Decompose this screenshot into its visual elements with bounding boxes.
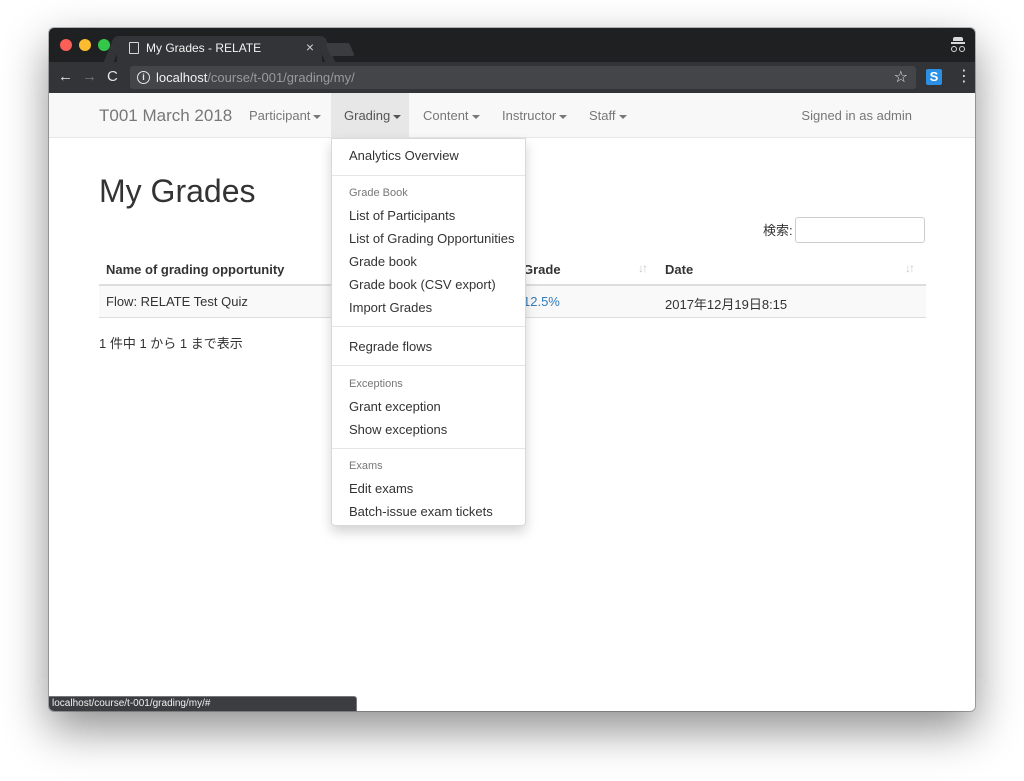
menu-item-grade-book[interactable]: Grade book xyxy=(349,254,417,269)
nav-instructor[interactable]: Instructor xyxy=(492,93,577,138)
extension-icon[interactable]: S xyxy=(926,69,942,85)
course-brand-link[interactable]: T001 March 2018 xyxy=(99,106,232,126)
menu-divider xyxy=(332,365,525,366)
nav-content[interactable]: Content xyxy=(413,93,490,138)
menu-item-grade-book-csv[interactable]: Grade book (CSV export) xyxy=(349,277,496,292)
sort-icon[interactable]: ↓↑ xyxy=(638,261,648,275)
address-bar[interactable]: i localhost/course/t-001/grading/my/ ☆ xyxy=(130,66,916,89)
column-header-date[interactable]: Date xyxy=(665,262,693,277)
tab-strip: My Grades - RELATE × xyxy=(49,28,975,62)
nav-grading-label: Grading xyxy=(344,108,391,123)
site-info-icon[interactable]: i xyxy=(137,71,150,84)
signed-in-link[interactable]: Signed in as admin xyxy=(801,108,912,123)
menu-item-regrade-flows[interactable]: Regrade flows xyxy=(349,339,432,354)
nav-instructor-label: Instructor xyxy=(502,108,557,123)
caret-down-icon xyxy=(559,114,568,119)
menu-item-edit-exams[interactable]: Edit exams xyxy=(349,481,413,496)
nav-grading[interactable]: Grading xyxy=(331,93,409,138)
caret-down-icon xyxy=(393,114,402,119)
column-header-name[interactable]: Name of grading opportunity xyxy=(106,262,284,277)
tab-close-icon[interactable]: × xyxy=(306,39,314,55)
nav-participant-label: Participant xyxy=(249,108,311,123)
url-path: /course/t-001/grading/my/ xyxy=(207,70,355,85)
search-input[interactable] xyxy=(795,217,925,243)
nav-staff-label: Staff xyxy=(589,108,616,123)
menu-item-import-grades[interactable]: Import Grades xyxy=(349,300,432,315)
page-title: My Grades xyxy=(99,173,256,209)
browser-toolbar: ← → C i localhost/course/t-001/grading/m… xyxy=(49,62,975,93)
caret-down-icon xyxy=(618,114,627,119)
browser-menu-icon[interactable]: ⋮ xyxy=(956,68,972,86)
minimize-window-button[interactable] xyxy=(79,39,91,51)
nav-participant[interactable]: Participant xyxy=(239,93,331,138)
close-window-button[interactable] xyxy=(60,39,72,51)
menu-header-grade-book: Grade Book xyxy=(349,187,408,199)
column-header-grade[interactable]: Grade xyxy=(523,262,561,277)
status-url-text: localhost/course/t-001/grading/my/# xyxy=(52,698,211,709)
menu-divider xyxy=(332,175,525,176)
nav-content-label: Content xyxy=(423,108,469,123)
url-host: localhost xyxy=(156,70,208,85)
menu-header-exams: Exams xyxy=(349,460,383,472)
sort-icon[interactable]: ↓↑ xyxy=(905,261,915,275)
browser-window: My Grades - RELATE × ← → C i localhost/c… xyxy=(49,28,975,711)
menu-divider xyxy=(332,448,525,449)
nav-staff[interactable]: Staff xyxy=(579,93,637,138)
incognito-icon xyxy=(951,37,965,53)
grading-dropdown-menu: Analytics Overview Grade Book List of Pa… xyxy=(331,138,526,526)
reload-icon[interactable]: C xyxy=(107,68,118,86)
caret-down-icon xyxy=(313,114,322,119)
caret-down-icon xyxy=(471,114,480,119)
back-arrow-icon[interactable]: ← xyxy=(58,68,73,86)
menu-item-analytics-overview[interactable]: Analytics Overview xyxy=(349,148,459,163)
cell-date: 2017年12月19日8:15 xyxy=(665,297,788,312)
forward-arrow-icon[interactable]: → xyxy=(82,68,97,86)
menu-divider xyxy=(332,326,525,327)
menu-item-show-exceptions[interactable]: Show exceptions xyxy=(349,422,447,437)
status-bar: localhost/course/t-001/grading/my/# xyxy=(49,696,357,711)
search-label: 検索: xyxy=(763,223,793,238)
cell-grade-link[interactable]: 12.5% xyxy=(523,294,560,309)
cell-opportunity-name: Flow: RELATE Test Quiz xyxy=(106,294,248,309)
menu-item-grant-exception[interactable]: Grant exception xyxy=(349,399,441,414)
menu-item-list-opportunities[interactable]: List of Grading Opportunities xyxy=(349,231,514,246)
course-navbar: T001 March 2018 Participant Grading Cont… xyxy=(49,93,975,138)
menu-item-list-participants[interactable]: List of Participants xyxy=(349,208,455,223)
browser-tab[interactable]: My Grades - RELATE × xyxy=(117,36,322,62)
page-icon xyxy=(129,42,139,54)
tab-title: My Grades - RELATE xyxy=(146,41,262,55)
table-info-text: 1 件中 1 から 1 まで表示 xyxy=(99,336,243,351)
new-tab-button[interactable] xyxy=(325,43,355,56)
bookmark-star-icon[interactable]: ☆ xyxy=(894,67,908,87)
url-text[interactable]: localhost/course/t-001/grading/my/ xyxy=(156,70,355,85)
page-content: T001 March 2018 Participant Grading Cont… xyxy=(49,93,975,711)
menu-header-exceptions: Exceptions xyxy=(349,378,403,390)
menu-item-batch-issue-tickets[interactable]: Batch-issue exam tickets xyxy=(349,504,493,519)
